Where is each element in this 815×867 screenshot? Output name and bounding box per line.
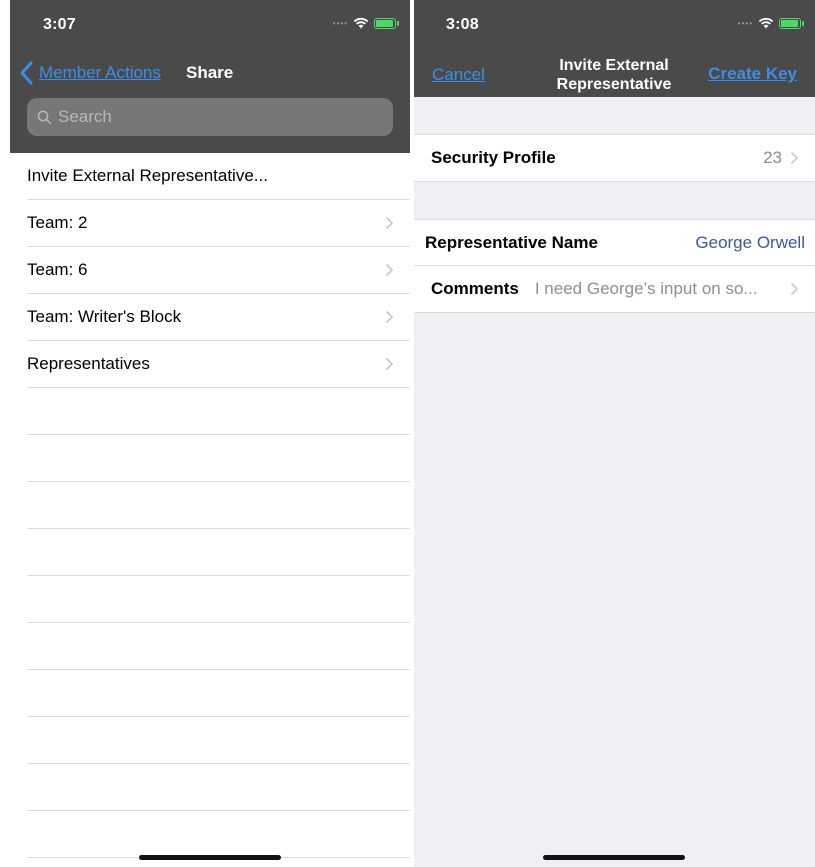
list-item-label: Team: 6 (27, 260, 88, 279)
security-profile-group: Security Profile 23 (414, 134, 815, 182)
chevron-right-icon (385, 357, 394, 371)
list-item-representatives[interactable]: Representatives (27, 341, 410, 388)
list-item-team-writers-block[interactable]: Team: Writer's Block (27, 294, 410, 341)
empty-row (27, 717, 410, 764)
signal-icon: •••• (332, 18, 348, 28)
right-screen: 3:08 •••• Cancel Invite External Represe… (414, 0, 815, 867)
chevron-right-icon (385, 310, 394, 324)
wifi-icon (353, 17, 369, 29)
comments-label: Comments (431, 279, 519, 298)
page-title-line-2: Representative (556, 76, 672, 93)
comments-value: I need George’s input on so... (534, 279, 758, 298)
battery-icon (779, 17, 804, 29)
empty-row (27, 435, 410, 482)
share-list: Invite External Representative... Team: … (10, 153, 410, 858)
comments-cell[interactable]: Comments I need George’s input on so... (414, 266, 815, 312)
security-profile-value: 23 (763, 148, 782, 167)
wifi-icon (758, 17, 774, 29)
page-title: Invite External Representative (514, 56, 714, 94)
battery-icon (374, 17, 399, 29)
chevron-left-icon (20, 61, 33, 85)
list-item-label: Team: Writer's Block (27, 307, 182, 326)
representative-group: Representative Name George Orwell Commen… (414, 219, 815, 313)
status-bar: 3:07 •••• (10, 0, 410, 50)
navigation-bar: Cancel Invite External Representative Cr… (414, 50, 815, 97)
page-title: Share (186, 63, 234, 82)
empty-row (27, 576, 410, 623)
empty-row (27, 482, 410, 529)
back-button-label: Member Actions (39, 63, 161, 82)
empty-row (27, 388, 410, 435)
list-item-label: Team: 2 (27, 213, 88, 232)
status-time: 3:08 (446, 16, 479, 33)
list-item-label: Invite External Representative... (27, 166, 268, 185)
list-item-invite-external-representative[interactable]: Invite External Representative... (27, 153, 410, 200)
representative-name-label: Representative Name (425, 232, 598, 252)
representative-name-cell[interactable]: Representative Name George Orwell (414, 220, 815, 266)
chevron-right-icon (385, 263, 394, 277)
list-item-label: Representatives (27, 354, 150, 373)
status-time: 3:07 (43, 16, 76, 33)
empty-row (27, 764, 410, 811)
signal-icon: •••• (737, 18, 753, 28)
status-bar: 3:08 •••• (414, 0, 815, 50)
chevron-right-icon (385, 216, 394, 230)
empty-row (27, 529, 410, 576)
security-profile-cell[interactable]: Security Profile 23 (414, 135, 815, 181)
search-field[interactable] (27, 98, 393, 136)
create-key-button[interactable]: Create Key (708, 64, 797, 84)
chevron-right-icon (790, 151, 799, 165)
chevron-right-icon (790, 282, 799, 296)
search-icon (37, 110, 52, 124)
status-icons: •••• (737, 17, 804, 29)
empty-row (27, 623, 410, 670)
security-profile-value-wrap: 23 (763, 148, 799, 168)
navigation-bar: Member Actions Share (10, 50, 410, 153)
security-profile-label: Security Profile (431, 148, 556, 167)
representative-name-value: George Orwell (695, 232, 805, 252)
home-indicator[interactable] (139, 855, 281, 860)
empty-row (27, 811, 410, 858)
empty-row (27, 670, 410, 717)
list-item-team-2[interactable]: Team: 2 (27, 200, 410, 247)
page-title-line-1: Invite External (559, 57, 669, 74)
search-input[interactable] (58, 107, 378, 127)
home-indicator[interactable] (543, 855, 685, 860)
list-item-team-6[interactable]: Team: 6 (27, 247, 410, 294)
left-screen: 3:07 •••• Member Actions Share Search In… (10, 0, 410, 867)
cancel-button[interactable]: Cancel (432, 65, 485, 85)
back-button[interactable]: Member Actions (18, 58, 161, 88)
status-icons: •••• (332, 17, 399, 29)
